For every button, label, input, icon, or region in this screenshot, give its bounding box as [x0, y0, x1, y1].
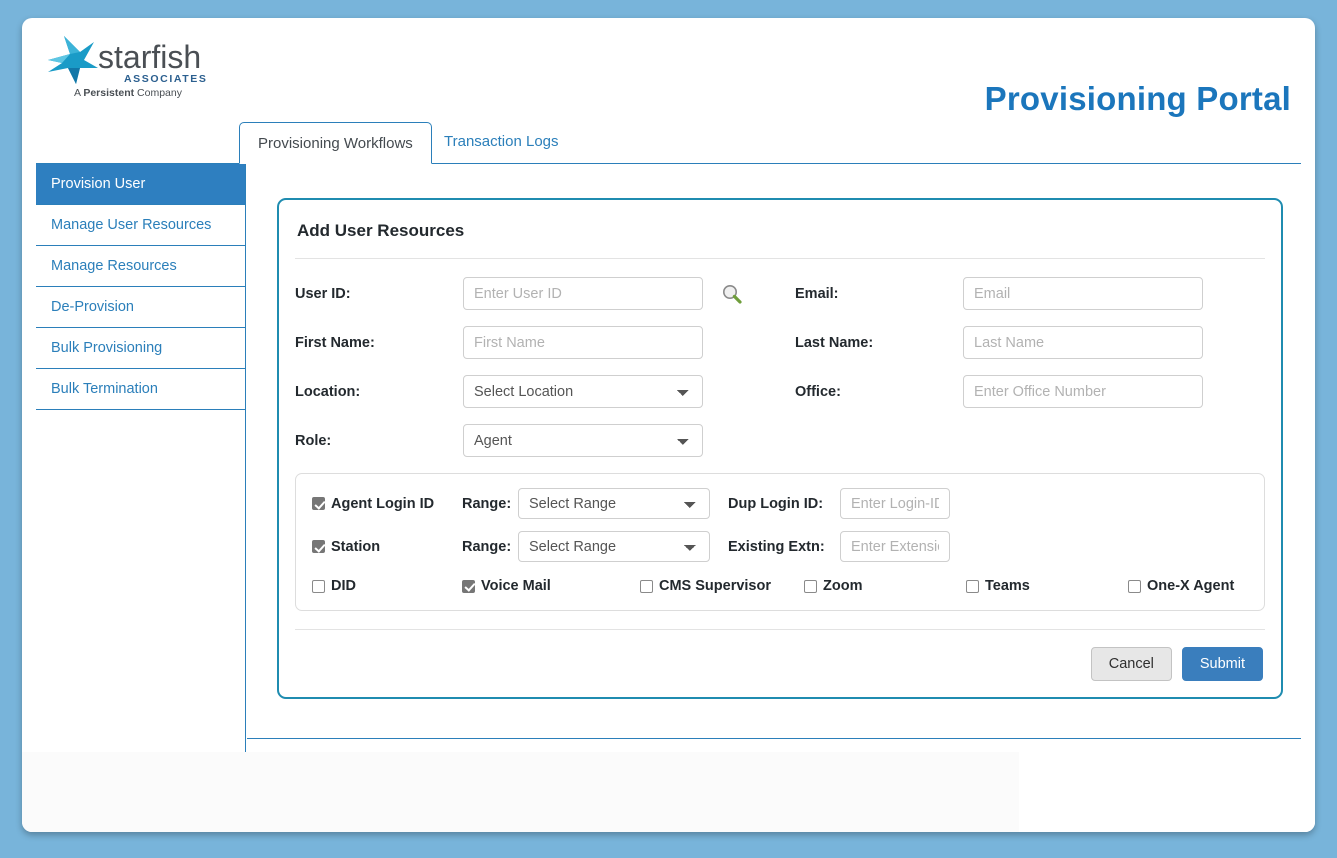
- location-label: Location:: [295, 383, 361, 400]
- svg-text:ASSOCIATES: ASSOCIATES: [124, 73, 206, 85]
- form-row-user-id-email: User ID: Email:: [295, 277, 1265, 310]
- sidebar-nav: Provision User Manage User Resources Man…: [36, 164, 246, 752]
- teams-checkbox[interactable]: [966, 579, 979, 593]
- buttons-divider: [295, 629, 1265, 630]
- page-header: starfish ASSOCIATES A Persistent Company…: [22, 18, 1315, 122]
- tab-provisioning-workflows[interactable]: Provisioning Workflows: [239, 122, 432, 164]
- location-select[interactable]: Select Location: [463, 375, 703, 408]
- sidebar-item-de-provision[interactable]: De-Provision: [36, 287, 245, 328]
- one-x-agent-label: One-X Agent: [1147, 578, 1235, 594]
- resource-row-station: Station Range: Select Range Existing Ext…: [312, 531, 1248, 562]
- station-label: Station: [331, 538, 381, 555]
- option-teams[interactable]: Teams: [966, 578, 1128, 594]
- cms-supervisor-checkbox[interactable]: [640, 579, 653, 593]
- submit-button[interactable]: Submit: [1181, 647, 1263, 681]
- user-id-label: User ID:: [295, 285, 351, 302]
- voice-mail-checkbox[interactable]: [462, 579, 475, 593]
- email-label: Email:: [795, 285, 839, 302]
- panel-title: Add User Resources: [297, 221, 465, 240]
- role-select[interactable]: Agent: [463, 424, 703, 457]
- agent-login-range-label: Range:: [462, 495, 512, 512]
- footer-white-block: [1019, 752, 1315, 832]
- form-row-location-office: Location: Select Location Office:: [295, 375, 1265, 408]
- one-x-agent-checkbox[interactable]: [1128, 579, 1141, 593]
- office-label: Office:: [795, 383, 841, 400]
- station-range-select[interactable]: Select Range: [518, 531, 710, 562]
- page-title: Provisioning Portal: [984, 80, 1291, 117]
- voice-mail-label: Voice Mail: [481, 578, 551, 594]
- form-row-role: Role: Agent: [295, 424, 1265, 457]
- application-window: starfish ASSOCIATES A Persistent Company…: [22, 18, 1315, 832]
- resource-options-row: DID Voice Mail CMS Supervisor Zoom Teams…: [312, 578, 1248, 594]
- option-one-x-agent[interactable]: One-X Agent: [1128, 578, 1234, 594]
- first-name-label: First Name:: [295, 334, 375, 351]
- option-zoom[interactable]: Zoom: [804, 578, 966, 594]
- option-did[interactable]: DID: [312, 578, 462, 594]
- agent-login-range-select[interactable]: Select Range: [518, 488, 710, 519]
- agent-login-label: Agent Login ID: [331, 495, 435, 512]
- search-icon[interactable]: [721, 283, 743, 305]
- dup-login-id-label: Dup Login ID:: [728, 495, 824, 512]
- role-label: Role:: [295, 432, 332, 449]
- office-input[interactable]: [963, 375, 1203, 408]
- starfish-logo: starfish ASSOCIATES A Persistent Company: [36, 32, 206, 108]
- sidebar-item-bulk-provisioning[interactable]: Bulk Provisioning: [36, 328, 245, 369]
- tab-transaction-logs[interactable]: Transaction Logs: [426, 122, 577, 163]
- existing-extn-input[interactable]: [840, 531, 950, 562]
- option-voice-mail[interactable]: Voice Mail: [462, 578, 640, 594]
- sidebar-item-bulk-termination[interactable]: Bulk Termination: [36, 369, 245, 410]
- page-body: Provision User Manage User Resources Man…: [36, 164, 1301, 794]
- station-range-label: Range:: [462, 538, 512, 555]
- email-input[interactable]: [963, 277, 1203, 310]
- dup-login-id-input[interactable]: [840, 488, 950, 519]
- station-checkbox[interactable]: [312, 540, 325, 553]
- form-actions: Cancel Submit: [295, 647, 1265, 681]
- cms-supervisor-label: CMS Supervisor: [659, 578, 771, 594]
- did-checkbox[interactable]: [312, 579, 325, 593]
- first-name-input[interactable]: [463, 326, 703, 359]
- resource-row-agent-login: Agent Login ID Range: Select Range Dup L…: [312, 488, 1248, 519]
- sidebar-item-manage-user-resources[interactable]: Manage User Resources: [36, 205, 245, 246]
- existing-extn-label: Existing Extn:: [728, 538, 825, 555]
- did-label: DID: [331, 578, 356, 594]
- add-user-resources-panel: Add User Resources User ID: Enter User I…: [277, 198, 1283, 699]
- cancel-button[interactable]: Cancel: [1090, 647, 1172, 681]
- form-row-first-last-name: First Name: Last Name:: [295, 326, 1265, 359]
- teams-label: Teams: [985, 578, 1030, 594]
- sidebar-item-manage-resources[interactable]: Manage Resources: [36, 246, 245, 287]
- panel-title-divider: [295, 258, 1265, 259]
- sidebar-item-provision-user[interactable]: Provision User: [36, 164, 245, 205]
- station-checkbox-group[interactable]: Station: [312, 539, 462, 555]
- user-form: User ID: Email:: [295, 277, 1265, 457]
- agent-login-checkbox-group[interactable]: Agent Login ID: [312, 496, 462, 512]
- option-cms-supervisor[interactable]: CMS Supervisor: [640, 578, 804, 594]
- zoom-checkbox[interactable]: [804, 579, 817, 593]
- svg-text:A Persistent Company: A Persistent Company: [74, 87, 183, 99]
- user-id-input[interactable]: [463, 277, 703, 310]
- last-name-label: Last Name:: [795, 334, 874, 351]
- last-name-input[interactable]: [963, 326, 1203, 359]
- svg-text:starfish: starfish: [98, 39, 201, 75]
- content-bottom-divider: [247, 738, 1301, 739]
- agent-login-checkbox[interactable]: [312, 497, 325, 510]
- tab-bar: Provisioning Workflows Transaction Logs: [36, 122, 1301, 164]
- resources-subpanel: Agent Login ID Range: Select Range Dup L…: [295, 473, 1265, 611]
- zoom-label: Zoom: [823, 578, 863, 594]
- footer-area: [22, 752, 1315, 832]
